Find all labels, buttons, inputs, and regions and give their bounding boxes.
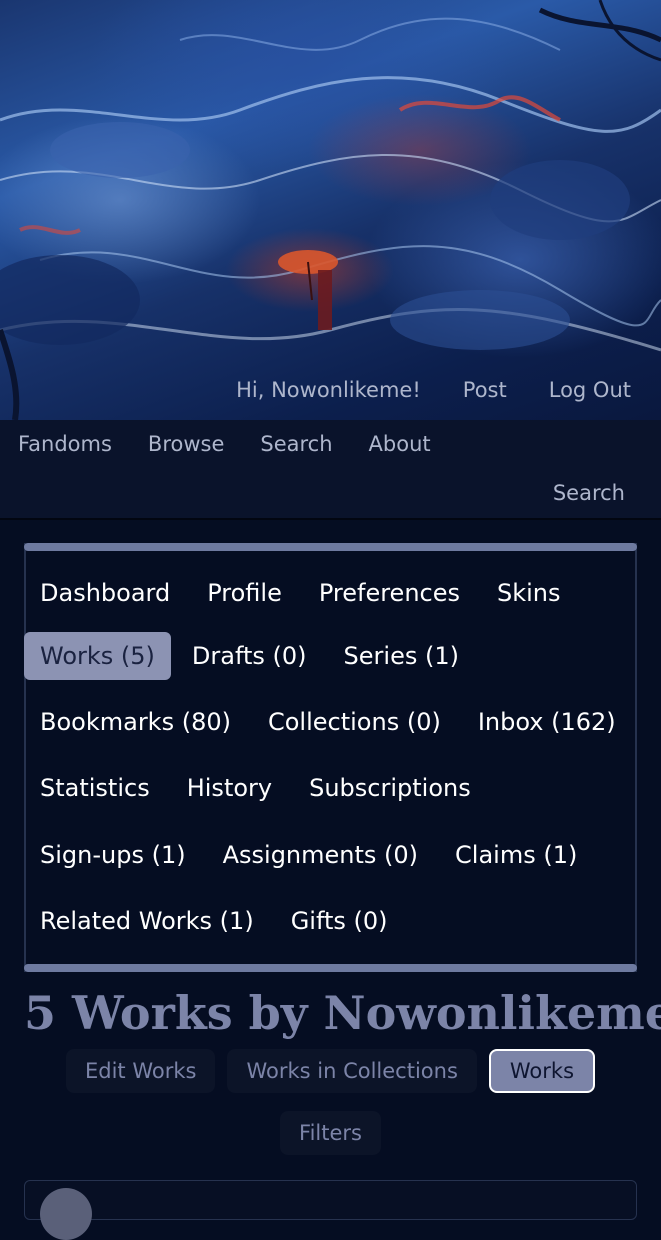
nav-search[interactable]: Search xyxy=(260,432,332,456)
dashboard-row-3: Bookmarks (80) Collections (0) Inbox (16… xyxy=(24,698,637,746)
works-actions: Edit Works Works in Collections Works xyxy=(0,1049,661,1093)
dashboard-row-2: Works (5) Drafts (0) Series (1) xyxy=(24,632,480,680)
nav-about[interactable]: About xyxy=(369,432,431,456)
dashboard-link-gifts[interactable]: Gifts (0) xyxy=(275,897,404,945)
nav-browse[interactable]: Browse xyxy=(148,432,224,456)
dashboard-link-history[interactable]: History xyxy=(171,764,288,812)
nav-fandoms[interactable]: Fandoms xyxy=(18,432,112,456)
edit-works-button[interactable]: Edit Works xyxy=(65,1049,216,1093)
greeting-link[interactable]: Hi, Nowonlikeme! xyxy=(236,378,421,402)
dashboard-row-1: Dashboard Profile Preferences Skins xyxy=(24,569,582,617)
works-in-collections-button[interactable]: Works in Collections xyxy=(227,1049,477,1093)
dashboard-link-inbox[interactable]: Inbox (162) xyxy=(462,698,632,746)
banner-artwork xyxy=(0,0,661,420)
dashboard-link-statistics[interactable]: Statistics xyxy=(24,764,166,812)
avatar xyxy=(40,1188,92,1240)
dashboard-link-claims[interactable]: Claims (1) xyxy=(439,831,593,879)
dashboard-row-5: Sign-ups (1) Assignments (0) Claims (1) xyxy=(24,831,598,879)
works-button[interactable]: Works xyxy=(488,1049,596,1093)
dashboard-link-skins[interactable]: Skins xyxy=(481,569,577,617)
dashboard-link-dashboard[interactable]: Dashboard xyxy=(24,569,186,617)
dashboard-bottom-border xyxy=(24,964,637,972)
dashboard-top-border xyxy=(24,543,637,551)
search-button[interactable]: Search xyxy=(553,481,625,505)
primary-nav-items: Fandoms Browse Search About xyxy=(18,432,431,456)
page-title: 5 Works by Nowonlikeme xyxy=(24,986,661,1040)
dashboard-link-related-works[interactable]: Related Works (1) xyxy=(24,897,270,945)
user-links: Hi, Nowonlikeme! Post Log Out xyxy=(236,378,631,402)
logout-link[interactable]: Log Out xyxy=(549,378,631,402)
dashboard-link-collections[interactable]: Collections (0) xyxy=(252,698,457,746)
dashboard-link-works[interactable]: Works (5) xyxy=(24,632,171,680)
dashboard-link-drafts[interactable]: Drafts (0) xyxy=(176,632,323,680)
header-banner xyxy=(0,0,661,420)
filters-button[interactable]: Filters xyxy=(280,1111,381,1155)
dashboard-link-signups[interactable]: Sign-ups (1) xyxy=(24,831,202,879)
dashboard-link-subscriptions[interactable]: Subscriptions xyxy=(293,764,487,812)
dashboard-link-assignments[interactable]: Assignments (0) xyxy=(207,831,434,879)
work-blurb xyxy=(24,1180,637,1220)
dashboard-link-series[interactable]: Series (1) xyxy=(328,632,475,680)
dashboard-link-profile[interactable]: Profile xyxy=(191,569,298,617)
dashboard-link-bookmarks[interactable]: Bookmarks (80) xyxy=(24,698,247,746)
dashboard-link-preferences[interactable]: Preferences xyxy=(303,569,476,617)
post-link[interactable]: Post xyxy=(463,378,507,402)
filters-row: Filters xyxy=(0,1111,661,1155)
dashboard-row-6: Related Works (1) Gifts (0) xyxy=(24,897,409,945)
dashboard-row-4: Statistics History Subscriptions xyxy=(24,764,492,812)
